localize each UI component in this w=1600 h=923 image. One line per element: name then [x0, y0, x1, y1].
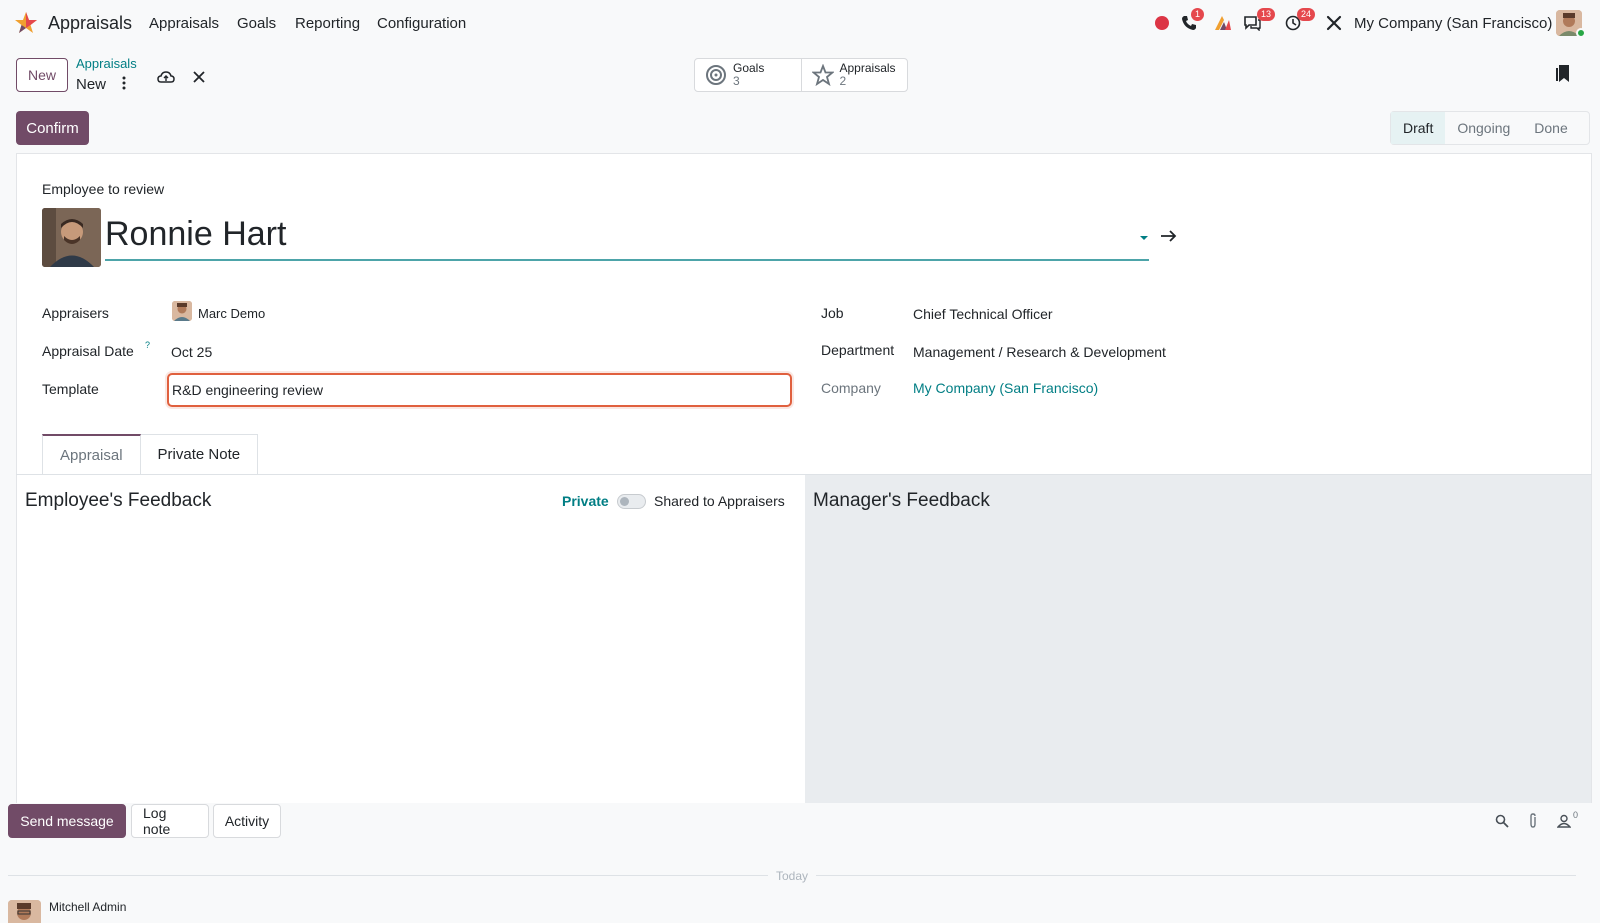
status-draft[interactable]: Draft — [1391, 112, 1446, 144]
goals-count: 3 — [733, 74, 740, 88]
presence-indicator — [1576, 28, 1586, 38]
department-label: Department — [821, 342, 895, 358]
appraisals-smart-button[interactable]: Appraisals 2 — [800, 59, 908, 91]
help-tooltip-icon[interactable]: ? — [145, 340, 150, 350]
discard-close-icon[interactable] — [189, 67, 209, 87]
messages-badge: 13 — [1257, 8, 1276, 21]
form-tabs: Appraisal Private Note — [42, 434, 259, 474]
gear-actions-icon[interactable] — [114, 73, 134, 93]
appraiser-tag[interactable]: Marc Demo — [198, 306, 265, 321]
employee-photo[interactable] — [42, 208, 101, 267]
employee-name-field[interactable]: Ronnie Hart — [105, 215, 286, 254]
record-icon[interactable] — [1152, 13, 1172, 33]
appraisals-app-icon[interactable] — [14, 11, 38, 35]
template-field[interactable]: R&D engineering review — [167, 373, 792, 407]
breadcrumb-appraisals[interactable]: Appraisals — [76, 56, 137, 71]
menu-goals[interactable]: Goals — [237, 15, 276, 32]
employee-field-underline — [105, 259, 1149, 261]
app-name[interactable]: Appraisals — [48, 13, 132, 34]
followers-icon[interactable] — [1555, 812, 1573, 830]
manager-feedback-panel — [805, 475, 1591, 803]
date-separator: Today — [776, 869, 809, 883]
template-label: Template — [42, 381, 99, 397]
bookmark-icon[interactable] — [1554, 64, 1572, 84]
menu-reporting[interactable]: Reporting — [295, 15, 360, 32]
tab-appraisal[interactable]: Appraisal — [42, 434, 141, 474]
calls-badge: 1 — [1191, 8, 1205, 21]
follower-count: 0 — [1573, 810, 1579, 820]
appraiser-avatar — [172, 301, 192, 321]
target-icon — [706, 65, 726, 85]
employee-feedback-panel[interactable] — [17, 475, 805, 803]
message-author-avatar[interactable] — [8, 900, 41, 923]
chevron-down-icon[interactable] — [1140, 236, 1148, 240]
company-switcher[interactable]: My Company (San Francisco) — [1354, 15, 1552, 32]
goals-smart-button[interactable]: Goals 3 — [695, 59, 801, 91]
employee-feedback-title: Employee's Feedback — [25, 490, 212, 511]
separator-right — [816, 875, 1576, 876]
send-message-button[interactable]: Send message — [8, 804, 126, 838]
status-ongoing[interactable]: Ongoing — [1445, 112, 1522, 144]
appraisal-date-label: Appraisal Date — [42, 343, 134, 359]
shared-toggle[interactable] — [617, 494, 646, 509]
manager-feedback-title: Manager's Feedback — [813, 490, 990, 511]
top-navbar: Appraisals Appraisals Goals Reporting Co… — [0, 0, 1600, 46]
private-label: Private — [562, 493, 609, 509]
search-icon[interactable] — [1493, 812, 1511, 830]
new-button[interactable]: New — [16, 58, 68, 92]
breadcrumb-current: New — [76, 76, 107, 93]
department-value: Management / Research & Development — [913, 344, 1166, 360]
menu-appraisals[interactable]: Appraisals — [149, 15, 219, 32]
appraisers-label: Appraisers — [42, 305, 109, 321]
separator-left — [8, 875, 768, 876]
shared-label: Shared to Appraisers — [654, 493, 785, 509]
activities-badge: 24 — [1297, 8, 1316, 21]
log-note-button[interactable]: Log note — [131, 804, 209, 838]
employee-label: Employee to review — [42, 181, 165, 197]
activity-button[interactable]: Activity — [213, 804, 281, 838]
menu-configuration[interactable]: Configuration — [377, 15, 466, 32]
job-label: Job — [821, 305, 844, 321]
status-bar: Draft Ongoing Done — [1390, 111, 1590, 145]
message-author[interactable]: Mitchell Admin — [49, 900, 126, 914]
arrow-right-icon[interactable] — [1160, 228, 1178, 244]
confirm-button[interactable]: Confirm — [16, 111, 89, 145]
company-label: Company — [821, 380, 881, 396]
appraisal-date-field[interactable]: Oct 25 — [171, 344, 212, 360]
star-icon — [811, 64, 834, 86]
paperclip-icon[interactable] — [1524, 812, 1542, 830]
tab-private-note[interactable]: Private Note — [140, 434, 259, 474]
settings-cross-icon[interactable] — [1324, 13, 1344, 33]
toggle-knob — [620, 497, 629, 506]
appraisals-count: 2 — [839, 74, 847, 88]
status-done[interactable]: Done — [1522, 112, 1579, 144]
appraisals-label: Appraisals — [839, 61, 896, 75]
job-value: Chief Technical Officer — [913, 306, 1053, 322]
tools-logo-icon[interactable] — [1213, 13, 1233, 33]
smart-buttons: Goals 3 Appraisals 2 — [694, 58, 908, 92]
save-cloud-icon[interactable] — [156, 67, 176, 87]
company-link[interactable]: My Company (San Francisco) — [913, 380, 1098, 396]
